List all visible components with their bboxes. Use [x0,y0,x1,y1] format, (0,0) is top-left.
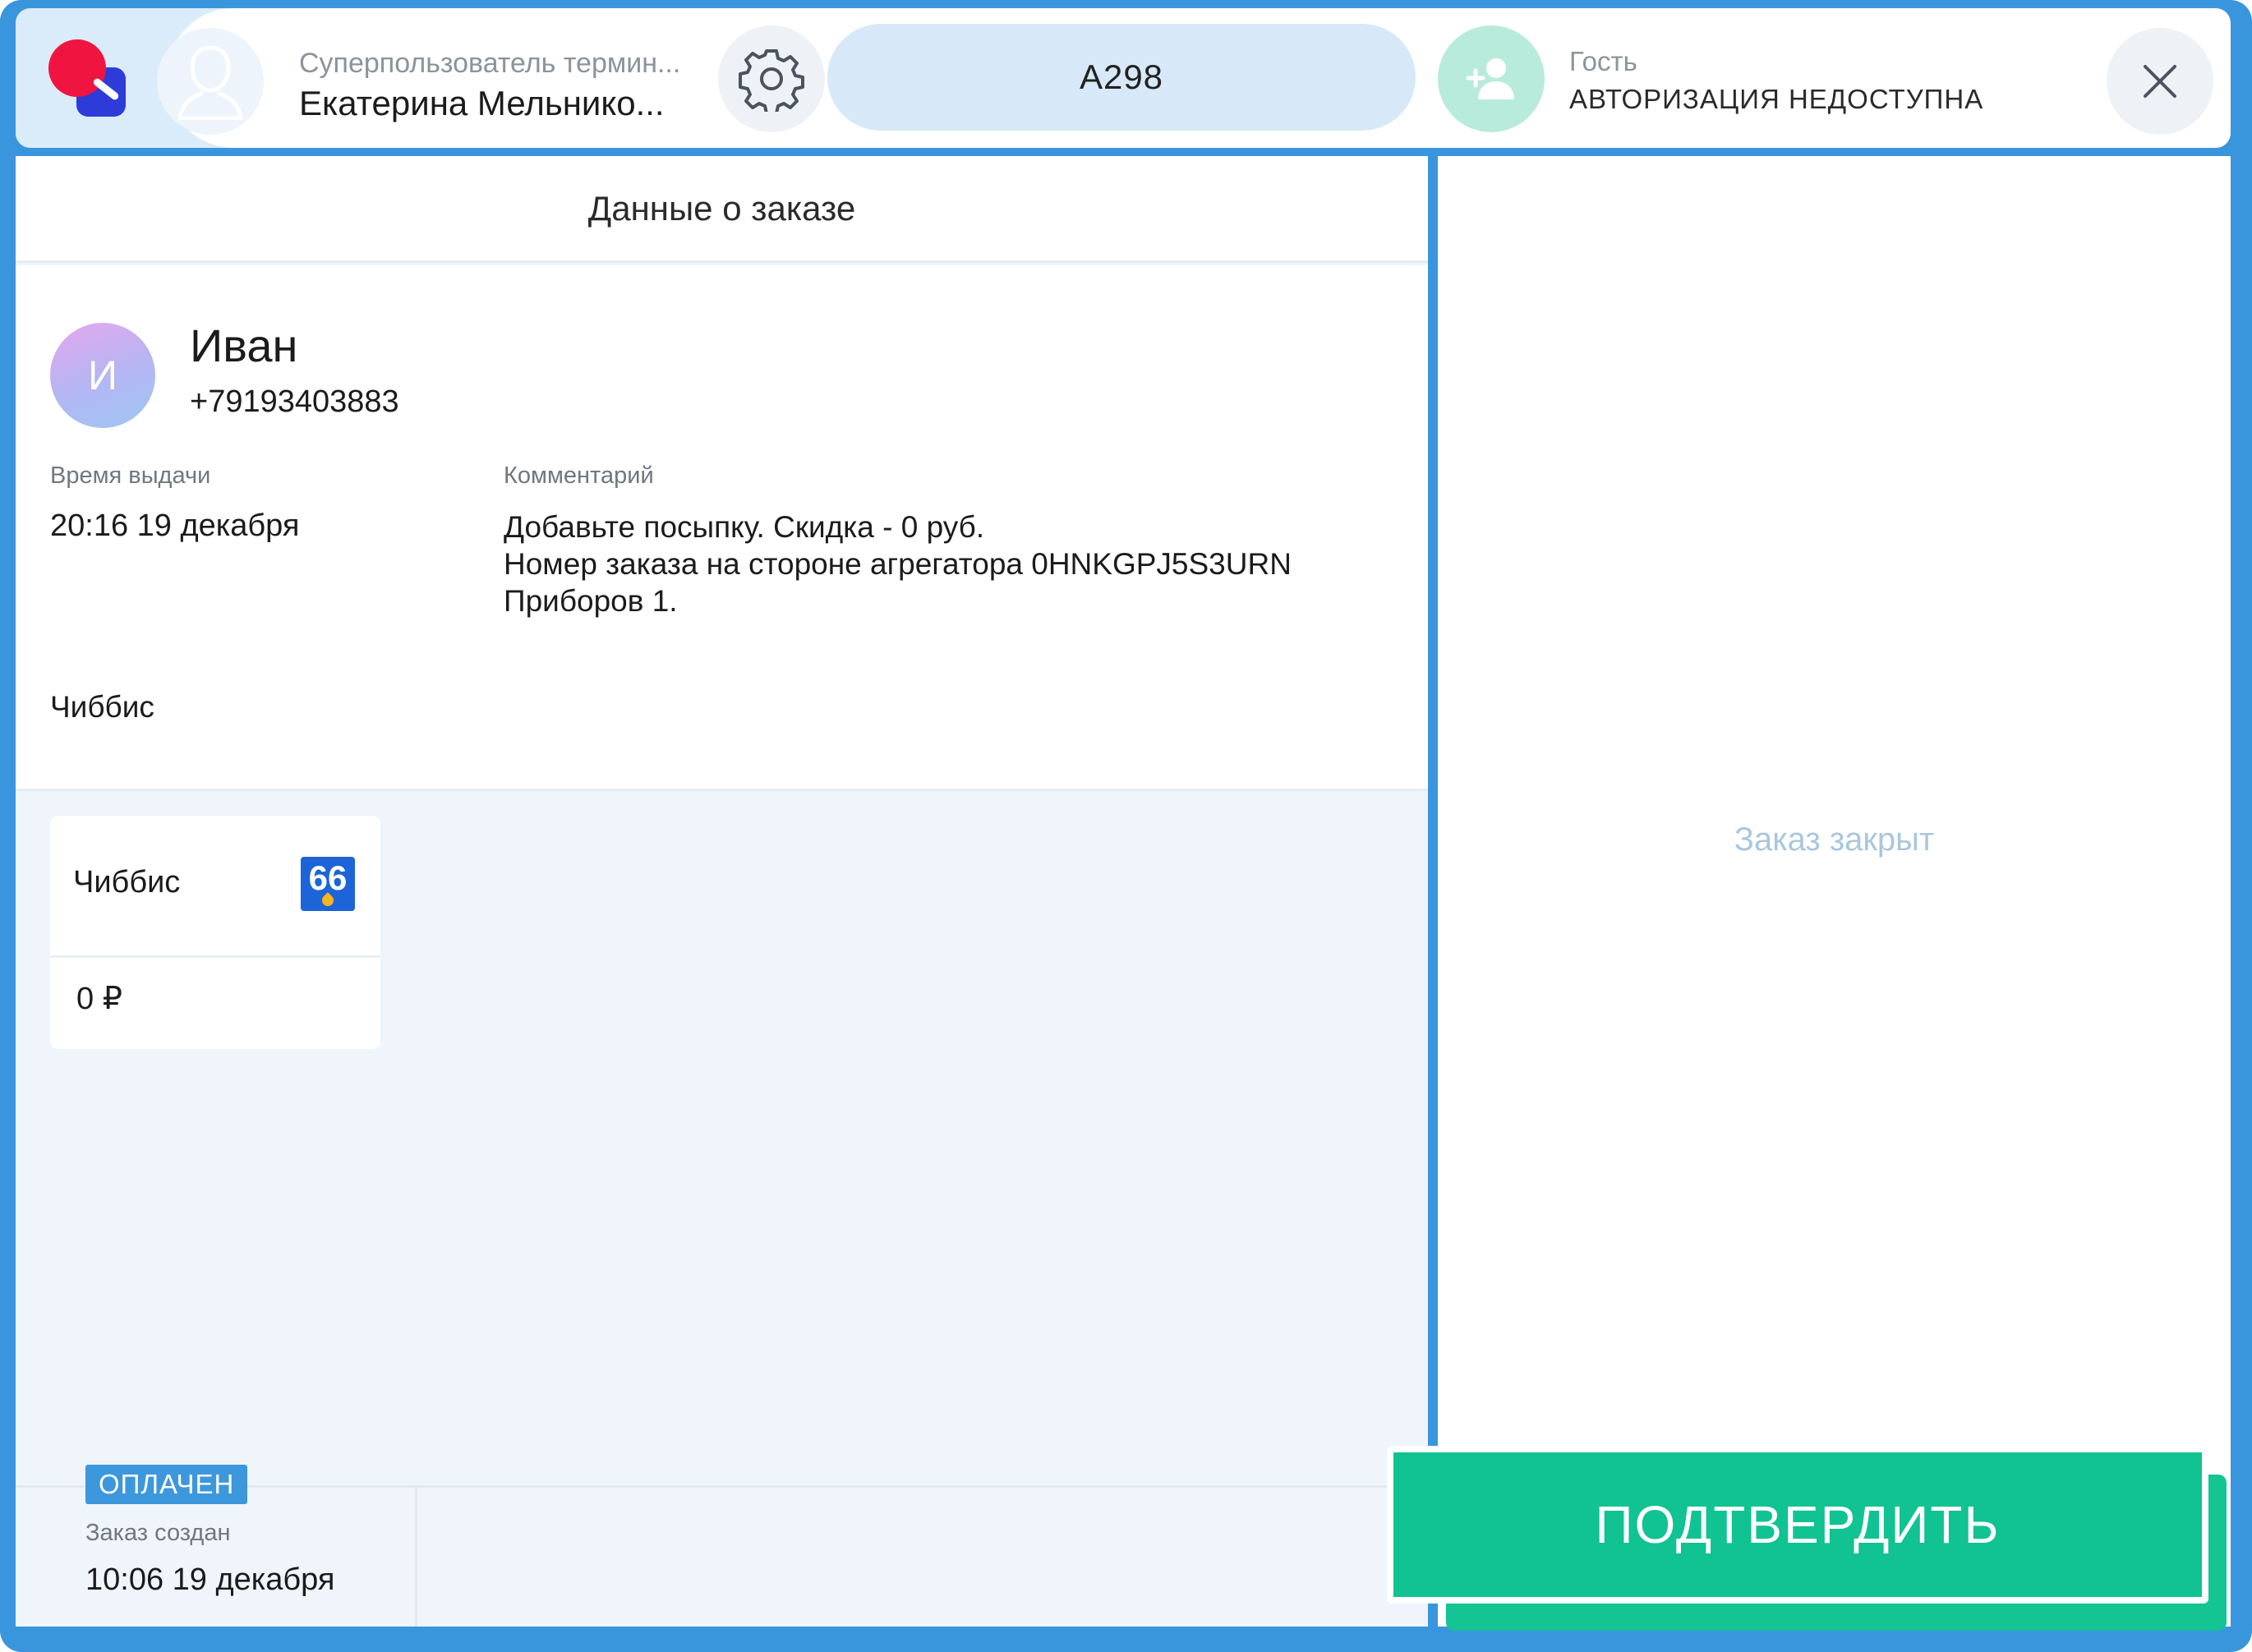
guest-status: АВТОРИЗАЦИЯ НЕДОСТУПНА [1569,84,1984,114]
order-details-panel: Данные о заказе И Иван +79193403883 Врем… [16,156,1428,1627]
add-user-icon [1466,58,1514,99]
order-number-pill[interactable]: А298 [827,24,1416,131]
item-price: 0 ₽ [76,982,122,1016]
order-item-card[interactable]: Чиббис 66 0 ₽ [50,816,380,1049]
order-closed-text: Заказ закрыт [1734,821,1935,858]
comment-line: Номер заказа на стороне агрегатора 0HNKG… [504,547,1292,581]
close-button[interactable] [2107,28,2213,135]
close-icon [2144,65,2176,98]
pickup-time-label: Время выдачи [50,462,211,489]
confirm-button[interactable]: ПОДТВЕРДИТЬ [1387,1446,2208,1604]
comment-label: Комментарий [504,462,654,489]
client-phone: +79193403883 [190,384,399,419]
paid-status-badge: ОПЛАЧЕН [85,1465,248,1504]
client-avatar: И [50,323,155,428]
comment-line: Добавьте посыпку. Скидка - 0 руб. [504,510,985,544]
comment-line: Приборов 1. [504,584,678,618]
item-group-title: Чиббис [50,690,154,724]
created-time: 10:06 19 декабря [85,1562,335,1597]
app-logo [48,39,131,122]
gear-icon [739,49,804,112]
divider [50,955,380,958]
settings-button[interactable] [718,25,825,132]
guest-label: Гость [1569,46,1637,76]
top-bar: Суперпользователь термин... Екатерина Ме… [16,8,2231,148]
item-name: Чиббис [73,865,181,900]
add-guest-button[interactable] [1438,25,1545,132]
user-role: Суперпользователь термин... [299,48,681,79]
created-label: Заказ создан [85,1520,231,1546]
comment-text: Добавьте посыпку. Скидка - 0 руб. Номер … [504,508,1292,619]
pickup-time: 20:16 19 декабря [50,508,300,543]
user-name[interactable]: Екатерина Мельнико... [299,84,665,123]
client-name: Иван [190,320,298,371]
chibbis-logo-icon: 66 [301,857,355,911]
client-info: И Иван +79193403883 Время выдачи 20:16 1… [16,265,1428,791]
panel-title: Данные о заказе [16,156,1428,263]
order-status-panel: Заказ закрыт [1438,156,2231,1627]
divider [415,1488,417,1627]
user-avatar-icon[interactable] [157,28,264,135]
